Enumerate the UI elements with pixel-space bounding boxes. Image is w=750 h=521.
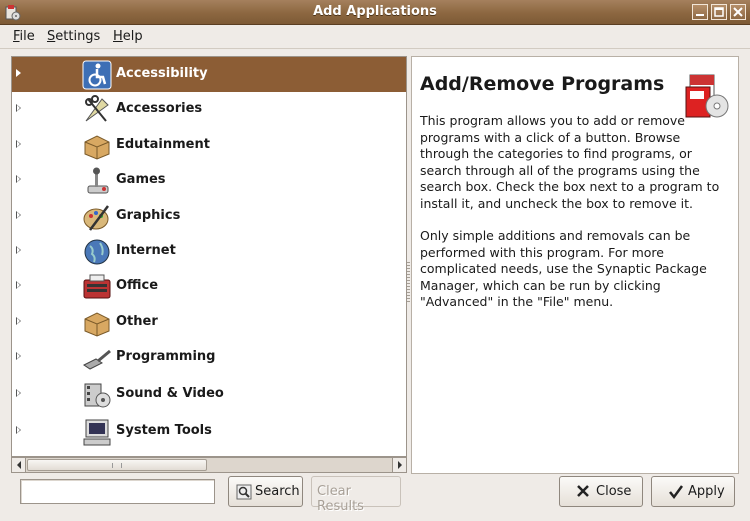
search-input[interactable]: [20, 479, 215, 504]
expander-arrow-icon[interactable]: [16, 352, 21, 361]
category-label: Accessories: [116, 101, 203, 117]
scroll-left-button[interactable]: [12, 458, 26, 472]
search-icon: [236, 484, 252, 500]
category-item-games[interactable]: Games: [12, 163, 406, 198]
apply-button-label: Apply: [688, 484, 725, 499]
category-item-edutainment[interactable]: Edutainment: [12, 128, 406, 163]
category-label: System Tools: [116, 423, 212, 438]
expander-arrow-icon[interactable]: [16, 316, 21, 325]
clear-results-button[interactable]: Clear Results: [311, 476, 401, 514]
sound-video-icon: [82, 380, 112, 410]
expander-arrow-icon[interactable]: [16, 389, 21, 397]
checkmark-icon: [669, 485, 684, 500]
expander-arrow-icon[interactable]: [16, 246, 21, 254]
apply-button[interactable]: Apply: [651, 476, 735, 507]
category-label: Edutainment: [116, 136, 210, 152]
menu-settings[interactable]: Settings: [47, 29, 100, 44]
close-icon: [577, 485, 589, 497]
category-list[interactable]: Accessibility Accessories Edutainment Ga…: [11, 56, 407, 457]
accessibility-icon: [82, 60, 112, 90]
search-button-label: Search: [255, 484, 300, 499]
maximize-button[interactable]: [711, 4, 727, 20]
expander-arrow-icon[interactable]: [16, 69, 21, 77]
other-icon: [82, 308, 112, 338]
category-label: Accessibility: [116, 66, 208, 81]
scroll-thumb[interactable]: [27, 459, 207, 471]
category-item-graphics[interactable]: Graphics: [12, 199, 406, 234]
menu-settings-label: ettings: [55, 29, 101, 44]
accessories-icon: [82, 95, 112, 125]
category-item-accessibility[interactable]: Accessibility: [12, 57, 406, 92]
arrow-left-icon: [17, 461, 21, 469]
games-icon: [82, 166, 112, 196]
horizontal-scrollbar[interactable]: [11, 457, 407, 473]
menu-help-mnemonic: H: [113, 29, 123, 44]
category-label: Internet: [116, 243, 176, 258]
window-title: Add Applications: [313, 4, 437, 19]
menu-help-label: elp: [122, 29, 143, 44]
category-label: Programming: [116, 349, 216, 365]
category-item-programming[interactable]: Programming: [12, 340, 406, 375]
title-bar[interactable]: Add Applications: [0, 0, 750, 25]
category-label: Games: [116, 172, 166, 188]
menu-bar: File Settings Help: [0, 25, 750, 49]
close-button-label: Close: [596, 484, 632, 499]
clear-results-label: Clear Results: [317, 484, 364, 514]
category-item-system-tools[interactable]: System Tools: [12, 414, 406, 449]
category-item-internet[interactable]: Internet: [12, 234, 406, 269]
maximize-icon: [714, 7, 724, 17]
arrow-right-icon: [398, 461, 402, 469]
category-label: Sound & Video: [116, 386, 224, 401]
category-item-office[interactable]: Office: [12, 269, 406, 304]
scroll-right-button[interactable]: [392, 458, 406, 472]
menu-help[interactable]: Help: [113, 29, 143, 44]
edutainment-icon: [82, 131, 112, 161]
search-button[interactable]: Search: [228, 476, 303, 507]
expander-arrow-icon[interactable]: [16, 281, 21, 290]
grip-icon: [112, 463, 122, 468]
minimize-button[interactable]: [692, 4, 708, 20]
office-icon: [82, 272, 112, 302]
info-title: Add/Remove Programs: [420, 73, 665, 95]
programming-icon: [82, 343, 112, 373]
pane-resize-handle[interactable]: [407, 262, 410, 302]
info-paragraph: This program allows you to add or remove…: [420, 113, 720, 211]
category-item-sound-video[interactable]: Sound & Video: [12, 377, 406, 412]
minimize-icon: [696, 14, 704, 16]
expander-arrow-icon[interactable]: [16, 104, 21, 113]
close-button[interactable]: Close: [559, 476, 643, 507]
close-icon: [733, 7, 743, 17]
expander-arrow-icon[interactable]: [16, 139, 21, 148]
category-label: Office: [116, 278, 159, 294]
close-window-button[interactable]: [730, 4, 746, 20]
category-item-accessories[interactable]: Accessories: [12, 92, 406, 127]
expander-arrow-icon[interactable]: [16, 175, 21, 184]
category-item-other[interactable]: Other: [12, 305, 406, 340]
expander-arrow-icon[interactable]: [16, 210, 21, 219]
internet-icon: [82, 237, 112, 267]
system-tools-icon: [82, 417, 112, 447]
category-label: Other: [116, 313, 158, 329]
menu-file[interactable]: File: [13, 29, 35, 44]
info-paragraph: Only simple additions and removals can b…: [420, 228, 707, 309]
expander-arrow-icon[interactable]: [16, 426, 21, 434]
graphics-icon: [82, 202, 112, 232]
menu-file-label: ile: [19, 29, 35, 44]
category-label: Graphics: [116, 207, 181, 223]
info-pane: Add/Remove Programs This program allows …: [411, 56, 739, 474]
